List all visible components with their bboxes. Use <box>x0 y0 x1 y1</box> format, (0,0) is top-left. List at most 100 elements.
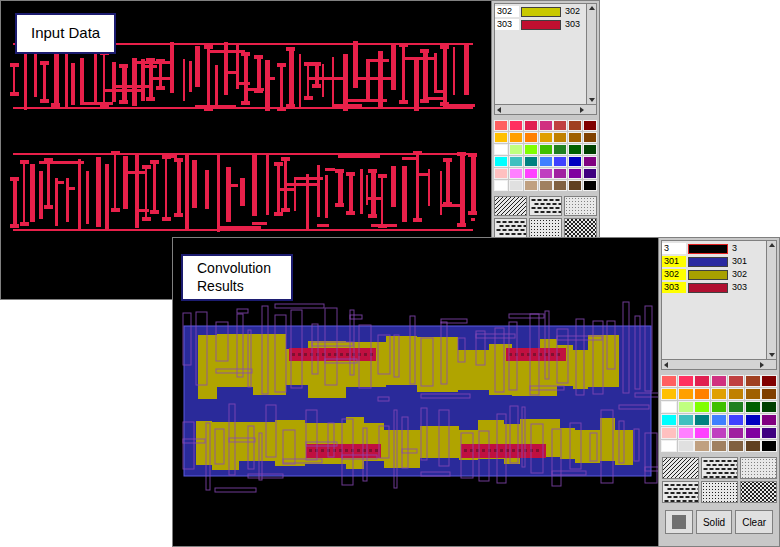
layer-name[interactable]: 303 <box>662 282 686 293</box>
palette-swatch[interactable] <box>711 414 727 426</box>
layout-canvas[interactable]: Convolution Results <box>173 238 658 546</box>
palette-swatch[interactable] <box>761 440 777 452</box>
palette-swatch[interactable] <box>524 168 538 179</box>
palette-swatch[interactable] <box>553 168 567 179</box>
layer-row[interactable]: 303303 <box>495 18 586 31</box>
palette-swatch[interactable] <box>509 132 523 143</box>
palette-swatch[interactable] <box>539 120 553 131</box>
palette-swatch[interactable] <box>761 375 777 387</box>
pattern-button[interactable] <box>564 218 597 238</box>
pattern-button[interactable] <box>529 218 562 238</box>
palette-swatch[interactable] <box>678 427 694 439</box>
palette-swatch[interactable] <box>553 144 567 155</box>
layer-name[interactable]: 302 <box>662 269 686 280</box>
palette-swatch[interactable] <box>761 388 777 400</box>
palette-swatch[interactable] <box>728 388 744 400</box>
palette-swatch[interactable] <box>583 132 597 143</box>
pattern-button[interactable] <box>662 457 699 479</box>
pattern-button[interactable] <box>494 218 527 238</box>
palette-swatch[interactable] <box>568 120 582 131</box>
palette-swatch[interactable] <box>711 427 727 439</box>
layer-row[interactable]: 33 <box>662 242 766 255</box>
palette-swatch[interactable] <box>678 414 694 426</box>
fill-color-button[interactable] <box>665 510 693 534</box>
palette-swatch[interactable] <box>728 401 744 413</box>
palette-swatch[interactable] <box>553 132 567 143</box>
palette-swatch[interactable] <box>694 414 710 426</box>
palette-swatch[interactable] <box>661 375 677 387</box>
palette-swatch[interactable] <box>539 180 553 191</box>
layer-name[interactable]: 3 <box>662 243 686 254</box>
palette-swatch[interactable] <box>509 144 523 155</box>
palette-swatch[interactable] <box>568 180 582 191</box>
palette-swatch[interactable] <box>509 120 523 131</box>
palette-swatch[interactable] <box>761 414 777 426</box>
pattern-button[interactable] <box>740 457 777 479</box>
vertical-scrollbar[interactable] <box>766 241 776 359</box>
palette-swatch[interactable] <box>539 168 553 179</box>
horizontal-scrollbar[interactable] <box>662 359 776 369</box>
palette-swatch[interactable] <box>678 440 694 452</box>
pattern-button[interactable] <box>662 481 699 503</box>
palette-swatch[interactable] <box>711 375 727 387</box>
layer-row[interactable]: 302302 <box>495 5 586 18</box>
palette-swatch[interactable] <box>568 156 582 167</box>
palette-swatch[interactable] <box>568 168 582 179</box>
layer-swatch-frame[interactable] <box>688 257 728 267</box>
palette-swatch[interactable] <box>553 156 567 167</box>
pattern-button[interactable] <box>701 481 738 503</box>
layer-row[interactable]: 301301 <box>662 255 766 268</box>
solid-button[interactable]: Solid <box>696 510 732 534</box>
palette-swatch[interactable] <box>678 388 694 400</box>
palette-swatch[interactable] <box>539 156 553 167</box>
palette-swatch[interactable] <box>661 414 677 426</box>
palette-swatch[interactable] <box>745 414 761 426</box>
palette-swatch[interactable] <box>524 180 538 191</box>
palette-swatch[interactable] <box>678 375 694 387</box>
pattern-button[interactable] <box>529 196 562 216</box>
palette-swatch[interactable] <box>694 375 710 387</box>
palette-swatch[interactable] <box>661 440 677 452</box>
layout-window[interactable]: Convolution Results 33301301302302303303 S… <box>172 237 780 547</box>
palette-swatch[interactable] <box>745 440 761 452</box>
palette-swatch[interactable] <box>761 401 777 413</box>
palette-swatch[interactable] <box>524 156 538 167</box>
palette-swatch[interactable] <box>694 427 710 439</box>
palette-swatch[interactable] <box>711 388 727 400</box>
palette-swatch[interactable] <box>539 132 553 143</box>
palette-swatch[interactable] <box>509 156 523 167</box>
palette-swatch[interactable] <box>728 427 744 439</box>
palette-swatch[interactable] <box>661 401 677 413</box>
palette-swatch[interactable] <box>509 168 523 179</box>
layer-swatch-frame[interactable] <box>521 7 561 17</box>
palette-swatch[interactable] <box>539 144 553 155</box>
pattern-button[interactable] <box>494 196 527 216</box>
palette-swatch[interactable] <box>494 168 508 179</box>
layer-row[interactable]: 302302 <box>662 268 766 281</box>
layer-name[interactable]: 302 <box>495 6 519 17</box>
palette-swatch[interactable] <box>553 180 567 191</box>
palette-swatch[interactable] <box>694 440 710 452</box>
layer-name[interactable]: 301 <box>662 256 686 267</box>
palette-swatch[interactable] <box>568 144 582 155</box>
palette-swatch[interactable] <box>728 375 744 387</box>
palette-swatch[interactable] <box>745 388 761 400</box>
palette-swatch[interactable] <box>494 144 508 155</box>
palette-swatch[interactable] <box>711 440 727 452</box>
palette-swatch[interactable] <box>524 144 538 155</box>
palette-swatch[interactable] <box>761 427 777 439</box>
palette-swatch[interactable] <box>494 180 508 191</box>
palette-swatch[interactable] <box>494 156 508 167</box>
layer-swatch-frame[interactable] <box>521 20 561 30</box>
palette-swatch[interactable] <box>583 120 597 131</box>
layer-row[interactable]: 303303 <box>662 281 766 294</box>
palette-swatch[interactable] <box>524 132 538 143</box>
palette-swatch[interactable] <box>509 180 523 191</box>
palette-swatch[interactable] <box>661 388 677 400</box>
palette-swatch[interactable] <box>583 144 597 155</box>
palette-swatch[interactable] <box>745 375 761 387</box>
layer-swatch-frame[interactable] <box>688 283 728 293</box>
palette-swatch[interactable] <box>728 414 744 426</box>
palette-swatch[interactable] <box>583 156 597 167</box>
palette-swatch[interactable] <box>494 132 508 143</box>
